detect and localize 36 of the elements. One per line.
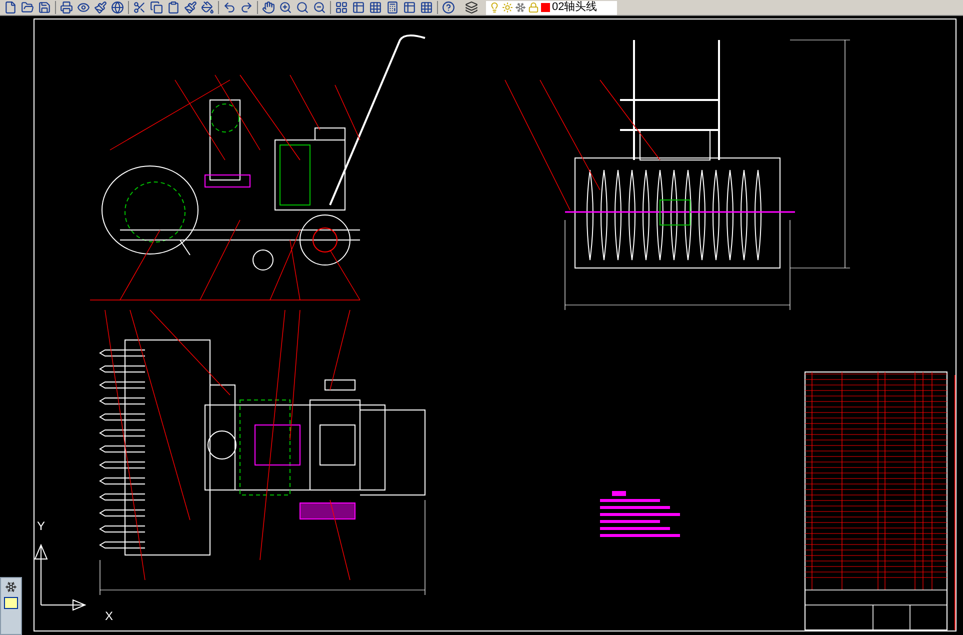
paintbrush-icon[interactable]: [184, 1, 197, 14]
calculator-icon[interactable]: [386, 1, 399, 14]
zoom-in-icon[interactable]: [279, 1, 292, 14]
layers-icon[interactable]: [465, 1, 478, 14]
drawing-canvas[interactable]: Y X: [22, 16, 963, 635]
zoom-window-icon[interactable]: [296, 1, 309, 14]
copy-icon[interactable]: [150, 1, 163, 14]
zoom-out-icon[interactable]: [313, 1, 326, 14]
folder-icon[interactable]: [21, 1, 34, 14]
layer-name: 02轴头线: [552, 2, 598, 13]
printer-icon[interactable]: [60, 1, 73, 14]
save-icon[interactable]: [38, 1, 51, 14]
clipboard-icon[interactable]: [167, 1, 180, 14]
lightbulb-icon: [489, 2, 500, 13]
lock-icon: [528, 2, 539, 13]
redo-icon[interactable]: [240, 1, 253, 14]
sun-icon: [502, 2, 513, 13]
layer-dropdown[interactable]: 02轴头线: [486, 0, 618, 14]
window-icon: [4, 597, 18, 609]
undo-icon[interactable]: [223, 1, 236, 14]
layer-color-swatch: [541, 3, 550, 12]
pan-hand-icon[interactable]: [262, 1, 275, 14]
cut-icon[interactable]: [133, 1, 146, 14]
new-file-icon[interactable]: [4, 1, 17, 14]
palette-icon[interactable]: [369, 1, 382, 14]
grid-icon[interactable]: [420, 1, 433, 14]
properties-icon[interactable]: [335, 1, 348, 14]
snowflake-icon: [515, 2, 526, 13]
brush-icon[interactable]: [94, 1, 107, 14]
help-icon[interactable]: [442, 1, 455, 14]
paint-bucket-icon[interactable]: [201, 1, 214, 14]
globe-icon[interactable]: [111, 1, 124, 14]
table-icon[interactable]: [403, 1, 416, 14]
design-center-icon[interactable]: [352, 1, 365, 14]
preview-icon[interactable]: [77, 1, 90, 14]
floating-palette[interactable]: [0, 577, 22, 635]
